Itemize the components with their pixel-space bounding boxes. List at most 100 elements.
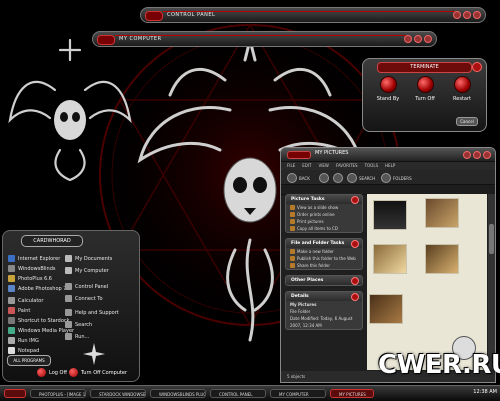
task-link[interactable]: Order prints online bbox=[286, 211, 362, 218]
power-icon bbox=[379, 76, 397, 93]
restart-button[interactable]: Restart bbox=[447, 76, 477, 102]
minimize-icon[interactable] bbox=[404, 35, 412, 43]
maximize-icon[interactable] bbox=[414, 35, 422, 43]
start-item-run[interactable]: Run... bbox=[65, 333, 89, 340]
close-icon[interactable] bbox=[424, 35, 432, 43]
taskbar-button[interactable]: STARDOCK WINDOWSBLINDS bbox=[90, 389, 146, 398]
start-item-paint[interactable]: Paint bbox=[8, 307, 30, 314]
scrollbar-thumb[interactable] bbox=[489, 224, 494, 254]
panel-header[interactable]: File and Folder Tasks bbox=[286, 239, 362, 248]
taskbar-button-active[interactable]: MY PICTURES bbox=[330, 389, 374, 398]
picture-thumbnail[interactable] bbox=[425, 198, 459, 228]
start-item-my-documents[interactable]: My Documents bbox=[65, 255, 112, 262]
collapse-icon[interactable] bbox=[351, 293, 359, 301]
close-icon[interactable] bbox=[472, 62, 482, 72]
menu-view[interactable]: VIEW bbox=[318, 162, 328, 170]
cancel-button[interactable]: Cancel bbox=[456, 117, 478, 126]
ie-icon bbox=[8, 255, 15, 262]
picture-thumbnail[interactable] bbox=[373, 244, 407, 274]
start-item-stardock[interactable]: Shortcut to Stardock bbox=[8, 317, 70, 324]
picture-thumbnail[interactable] bbox=[425, 244, 459, 274]
power-icon bbox=[416, 76, 434, 93]
start-item-control-panel[interactable]: Control Panel bbox=[65, 283, 108, 290]
menu-help[interactable]: HELP bbox=[385, 162, 395, 170]
back-button[interactable]: BACK bbox=[287, 173, 310, 183]
start-item-help[interactable]: Help and Support bbox=[65, 309, 119, 316]
search-icon bbox=[347, 173, 357, 183]
details-panel: Details My Pictures File Folder Date Mod… bbox=[285, 291, 363, 330]
share-icon bbox=[290, 263, 295, 268]
panel-header[interactable]: Picture Tasks bbox=[286, 195, 362, 204]
expand-icon[interactable] bbox=[351, 277, 359, 285]
menu-tools[interactable]: TOOLS bbox=[365, 162, 379, 170]
picture-tasks-panel: Picture Tasks View as a slide show Order… bbox=[285, 194, 363, 233]
all-programs-button[interactable]: ALL PROGRAMS bbox=[7, 355, 51, 366]
task-link[interactable]: Publish this folder to the Web bbox=[286, 255, 362, 262]
window-icon bbox=[287, 151, 311, 159]
task-pane: Picture Tasks View as a slide show Order… bbox=[285, 194, 363, 370]
panel-header[interactable]: Other Places bbox=[286, 276, 362, 285]
taskbar-button[interactable]: CONTROL PANEL bbox=[210, 389, 266, 398]
taskbar-button[interactable]: WINDOWSBLINDS PLUGIN bbox=[150, 389, 206, 398]
minimize-icon[interactable] bbox=[453, 11, 461, 19]
control-panel-window-titlebar[interactable]: CONTROL PANEL bbox=[140, 7, 486, 23]
minimize-icon[interactable] bbox=[463, 151, 471, 159]
search-button[interactable]: SEARCH bbox=[347, 173, 375, 183]
start-item-photoplus[interactable]: PhotoPlus 6.6 bbox=[8, 275, 52, 282]
collapse-icon[interactable] bbox=[351, 240, 359, 248]
menu-favorites[interactable]: FAVORITES bbox=[336, 162, 358, 170]
taskbar: PHOTOPLUS - [IMAGE 1] STARDOCK WINDOWSBL… bbox=[0, 385, 500, 401]
task-link[interactable]: Share this folder bbox=[286, 262, 362, 269]
user-name: CARDWHORAD bbox=[21, 235, 83, 247]
start-item-internet-explorer[interactable]: Internet Explorer bbox=[8, 255, 60, 262]
start-item-my-computer[interactable]: My Computer bbox=[65, 267, 109, 274]
start-item-label: Shortcut to Stardock bbox=[18, 317, 70, 324]
task-link[interactable]: Print pictures bbox=[286, 218, 362, 225]
start-item-notepad[interactable]: Notepad bbox=[8, 347, 39, 354]
collapse-icon[interactable] bbox=[351, 196, 359, 204]
start-item-photoshop[interactable]: Adobe Photoshop 7.0 bbox=[8, 285, 71, 292]
close-icon[interactable] bbox=[473, 11, 481, 19]
start-item-windowsblinds[interactable]: WindowsBlinds bbox=[8, 265, 55, 272]
start-item-connect-to[interactable]: Connect To bbox=[65, 295, 103, 302]
vertical-scrollbar[interactable] bbox=[488, 194, 495, 370]
task-link[interactable]: View as a slide show bbox=[286, 204, 362, 211]
log-off-button[interactable]: Log Off bbox=[37, 368, 67, 377]
start-button[interactable] bbox=[4, 389, 26, 398]
turn-off-button[interactable]: Turn Off bbox=[410, 76, 440, 102]
notepad-icon bbox=[8, 347, 15, 354]
close-icon[interactable] bbox=[483, 151, 491, 159]
folders-button[interactable]: FOLDERS bbox=[381, 173, 412, 183]
shortcut-icon bbox=[8, 317, 15, 324]
turn-off-computer-button[interactable]: Turn Off Computer bbox=[69, 368, 127, 377]
my-computer-window-titlebar[interactable]: MY COMPUTER bbox=[92, 31, 437, 47]
task-link[interactable]: Copy all items to CD bbox=[286, 225, 362, 232]
task-label: View as a slide show bbox=[297, 205, 339, 210]
maximize-icon[interactable] bbox=[473, 151, 481, 159]
start-item-label: WindowsBlinds bbox=[18, 265, 56, 272]
start-item-calculator[interactable]: Calculator bbox=[8, 297, 43, 304]
menu-file[interactable]: FILE bbox=[287, 162, 295, 170]
run-icon bbox=[65, 333, 72, 340]
other-places-panel: Other Places bbox=[285, 275, 363, 286]
picture-thumbnail[interactable] bbox=[369, 294, 403, 324]
start-item-label: Control Panel bbox=[75, 283, 109, 290]
picture-thumbnail[interactable] bbox=[373, 200, 407, 230]
stand-by-button[interactable]: Stand By bbox=[373, 76, 403, 102]
title-accent-line bbox=[163, 11, 455, 12]
task-link[interactable]: Make a new folder bbox=[286, 248, 362, 255]
maximize-icon[interactable] bbox=[463, 11, 471, 19]
panel-header[interactable]: Details bbox=[286, 292, 362, 301]
panel-title: Picture Tasks bbox=[291, 197, 325, 202]
forward-button[interactable] bbox=[319, 173, 329, 183]
taskbar-button[interactable]: PHOTOPLUS - [IMAGE 1] bbox=[30, 389, 86, 398]
start-item-label: Search bbox=[75, 321, 93, 328]
menu-edit[interactable]: EDIT bbox=[302, 162, 311, 170]
window-titlebar[interactable]: MY PICTURES bbox=[281, 148, 495, 162]
taskbar-button[interactable]: MY COMPUTER bbox=[270, 389, 326, 398]
start-item-search[interactable]: Search bbox=[65, 321, 92, 328]
up-button[interactable] bbox=[333, 173, 343, 183]
start-item-label: Notepad bbox=[18, 347, 40, 354]
start-item-run-img[interactable]: Run IMG bbox=[8, 337, 39, 344]
back-arrow-icon bbox=[287, 173, 297, 183]
